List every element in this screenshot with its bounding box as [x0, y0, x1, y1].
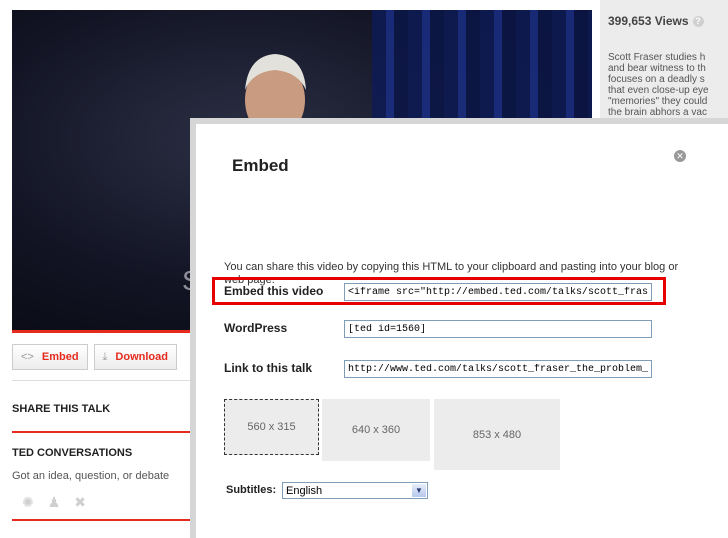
- question-icon[interactable]: ✖: [74, 494, 86, 511]
- description-line: that even close-up eye: [608, 85, 709, 96]
- subtitles-label: Subtitles:: [226, 484, 277, 496]
- conversations-section-title: TED CONVERSATIONS: [12, 447, 133, 459]
- size-option-853[interactable]: 853 x 480: [434, 399, 560, 470]
- subtitles-select[interactable]: English ▼: [282, 482, 428, 499]
- wordpress-label: WordPress: [224, 321, 288, 335]
- link-field[interactable]: [344, 360, 652, 378]
- wordpress-field[interactable]: [344, 320, 652, 338]
- description-line: focuses on a deadly s: [608, 74, 705, 85]
- divider: [12, 380, 192, 381]
- subtitles-value: English: [286, 484, 323, 497]
- debate-icon[interactable]: ♟: [48, 494, 61, 511]
- view-count-text: 399,653 Views: [608, 14, 689, 28]
- code-icon: <>: [21, 351, 34, 363]
- conversations-text: Got an idea, question, or debate: [12, 470, 170, 482]
- link-label: Link to this talk: [224, 361, 313, 375]
- idea-icon[interactable]: ✺: [22, 494, 34, 511]
- conversation-icons: ✺ ♟ ✖: [22, 494, 86, 511]
- share-section-title: SHARE THIS TALK: [12, 403, 111, 415]
- description-line: Scott Fraser studies h: [608, 52, 706, 63]
- video-progress-bar[interactable]: [12, 330, 192, 333]
- size-option-640[interactable]: 640 x 360: [322, 399, 430, 461]
- divider: [12, 519, 192, 521]
- embed-button-label: Embed: [41, 351, 79, 363]
- divider: [12, 431, 192, 433]
- dialog-title: Embed: [232, 156, 289, 175]
- description-line: and bear witness to th: [608, 63, 706, 74]
- description-line: the brain abhors a vac: [608, 107, 707, 118]
- download-icon: ⤓: [102, 350, 108, 363]
- download-button-label: Download: [115, 351, 168, 363]
- download-button[interactable]: ⤓ Download: [93, 344, 177, 370]
- description-line: "memories" they could: [608, 96, 708, 107]
- talk-description: Scott Fraser studies h and bear witness …: [608, 52, 728, 118]
- video-actions: <> Embed ⤓ Download: [12, 344, 177, 372]
- highlight-box: [212, 277, 666, 305]
- chevron-down-icon[interactable]: ▼: [412, 484, 426, 497]
- embed-button[interactable]: <> Embed: [12, 344, 88, 370]
- help-icon[interactable]: ?: [692, 15, 704, 27]
- view-count: 399,653 Views ?: [608, 14, 704, 28]
- size-option-560[interactable]: 560 x 315: [224, 399, 319, 455]
- close-icon[interactable]: ✕: [674, 150, 686, 162]
